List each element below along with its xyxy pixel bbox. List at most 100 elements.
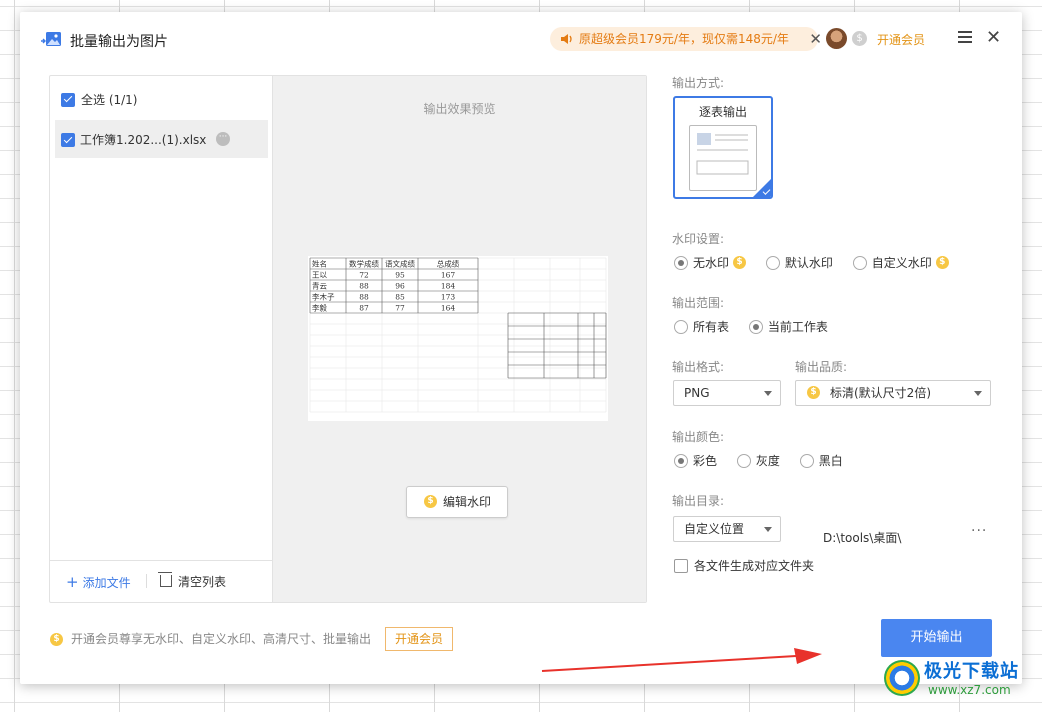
range-label: 输出范围: <box>672 296 725 310</box>
divider <box>146 574 147 588</box>
select-all-checkbox[interactable]: 全选 (1/1) <box>61 91 138 108</box>
avatar[interactable] <box>826 28 847 49</box>
range-option-current-sheet[interactable]: 当前工作表 <box>748 318 828 335</box>
chevron-down-icon <box>764 391 772 396</box>
watermark-options: 无水印 $ 默认水印 自定义水印 $ <box>674 254 965 271</box>
range-option-all-sheets[interactable]: 所有表 <box>674 318 729 335</box>
clear-list-label: 清空列表 <box>178 575 227 589</box>
directory-label: 输出目录: <box>672 494 725 508</box>
add-file-label: 添加文件 <box>82 576 131 590</box>
format-select[interactable]: PNG <box>673 380 781 406</box>
radio-icon <box>736 453 751 468</box>
output-mode-card-label: 逐表输出 <box>698 105 747 119</box>
dialog-title: 批量输出为图片 <box>70 34 168 50</box>
watermark-option-custom[interactable]: 自定义水印 $ <box>852 254 949 271</box>
vip-coin-icon: $ <box>733 256 747 269</box>
clear-list-button[interactable]: 清空列表 <box>158 572 227 590</box>
radio-selected-icon <box>748 319 763 334</box>
trash-icon <box>158 572 172 587</box>
speaker-icon <box>561 34 572 44</box>
format-label: 输出格式: <box>672 360 725 374</box>
vip-coin-icon: $ <box>935 256 949 269</box>
color-option-color[interactable]: 彩色 <box>674 452 717 469</box>
watermark-option-default[interactable]: 默认水印 <box>765 254 833 271</box>
radio-icon <box>765 255 780 270</box>
file-checkbox[interactable] <box>61 133 75 147</box>
vip-coin-icon: $ <box>50 633 63 646</box>
table-header-cell: 姓名 <box>312 259 327 269</box>
table-cell: 72 <box>359 271 369 280</box>
color-label: 输出颜色: <box>672 430 725 444</box>
batch-export-dialog: 批量输出为图片 原超级会员179元/年，现仅需148元/年 ✕ $ 开通会员 ✕… <box>20 12 1022 684</box>
table-cell: 青云 <box>312 281 327 291</box>
table-cell: 88 <box>359 282 369 291</box>
output-mode-card-per-sheet[interactable]: 逐表输出 <box>673 96 773 199</box>
edit-watermark-button[interactable]: $ 编辑水印 <box>406 486 508 518</box>
browse-more-icon[interactable]: ··· <box>971 523 987 539</box>
radio-icon <box>674 319 688 334</box>
table-cell: 167 <box>441 271 456 280</box>
plus-icon: + <box>66 573 79 591</box>
folder-per-file-label: 各文件生成对应文件夹 <box>694 559 815 573</box>
more-options-icon[interactable]: ··· <box>216 132 230 146</box>
output-path: D:\tools\桌面\ <box>823 531 902 545</box>
site-url: www.xz7.com <box>928 683 1011 697</box>
file-name: 工作簿1.202...(1).xlsx <box>80 133 207 147</box>
directory-mode-value: 自定义位置 <box>684 522 745 536</box>
open-vip-button[interactable]: 开通会员 <box>385 627 453 651</box>
vip-tip-text: 开通会员尊享无水印、自定义水印、高清尺寸、批量输出 <box>71 632 372 646</box>
table-cell: 李毅 <box>312 303 327 313</box>
radio-icon <box>799 453 814 468</box>
table-cell: 李木子 <box>312 292 335 302</box>
promo-close-icon[interactable]: ✕ <box>809 27 822 51</box>
watermark-option-none[interactable]: 无水印 $ <box>674 254 747 271</box>
color-option-black-white[interactable]: 黑白 <box>799 452 843 469</box>
quality-label: 输出品质: <box>795 360 848 374</box>
output-preview: 输出效果预览 姓名 数学成绩 语文成绩 总成绩 王以 72 95 167 青云 88 96 184 李木… <box>273 76 646 602</box>
radio-selected-icon <box>674 453 688 468</box>
add-file-button[interactable]: + 添加文件 <box>66 573 131 591</box>
image-export-icon <box>41 32 61 46</box>
table-cell: 173 <box>441 293 456 302</box>
table-cell: 85 <box>395 293 405 302</box>
radio-selected-icon <box>674 255 688 270</box>
vip-coin-icon: $ <box>807 386 820 399</box>
open-vip-link-top[interactable]: 开通会员 <box>877 31 925 48</box>
select-all-label: 全选 (1/1) <box>81 93 138 107</box>
table-header-cell: 总成绩 <box>437 259 460 269</box>
table-cell: 77 <box>395 304 405 313</box>
quality-select[interactable]: $ 标清(默认尺寸2倍) <box>795 380 991 406</box>
color-options: 彩色 灰度 黑白 <box>674 452 859 469</box>
promo-text: 原超级会员179元/年，现仅需148元/年 <box>579 32 789 46</box>
table-cell: 88 <box>359 293 369 302</box>
document-layout-icon <box>689 125 757 191</box>
file-list: 全选 (1/1) 工作簿1.202...(1).xlsx ··· + 添加文件 清… <box>50 76 273 602</box>
vip-coin-icon: $ <box>424 495 437 508</box>
checkbox-checked-icon <box>61 92 75 107</box>
chevron-down-icon <box>974 391 982 396</box>
format-value: PNG <box>684 386 710 400</box>
table-cell: 95 <box>395 271 405 280</box>
table-header-cell: 语文成绩 <box>385 259 415 269</box>
folder-per-file-checkbox[interactable]: 各文件生成对应文件夹 <box>674 557 814 574</box>
edit-watermark-label: 编辑水印 <box>443 495 492 509</box>
directory-mode-select[interactable]: 自定义位置 <box>673 516 781 542</box>
site-name: 极光下载站 <box>924 661 1019 682</box>
table-header-cell: 数学成绩 <box>349 259 379 269</box>
vip-tip: $ 开通会员尊享无水印、自定义水印、高清尺寸、批量输出 <box>50 630 371 647</box>
site-logo-icon <box>884 660 920 696</box>
hamburger-menu-icon[interactable] <box>958 31 972 45</box>
red-arrow-annotation <box>541 648 822 672</box>
vip-status-icon: $ <box>852 31 867 46</box>
site-watermark-logo: 极光下载站 www.xz7.com <box>884 657 1038 707</box>
radio-icon <box>852 255 867 270</box>
close-icon[interactable]: ✕ <box>986 27 1001 48</box>
table-cell: 164 <box>441 304 456 313</box>
start-export-button[interactable]: 开始输出 <box>881 619 992 657</box>
file-list-footer: + 添加文件 清空列表 <box>50 560 272 603</box>
table-cell: 王以 <box>312 271 327 280</box>
promo-banner[interactable]: 原超级会员179元/年，现仅需148元/年 ✕ <box>550 27 822 51</box>
color-option-grayscale[interactable]: 灰度 <box>736 452 780 469</box>
file-item[interactable]: 工作簿1.202...(1).xlsx ··· <box>55 120 268 158</box>
preview-title: 输出效果预览 <box>423 102 496 116</box>
